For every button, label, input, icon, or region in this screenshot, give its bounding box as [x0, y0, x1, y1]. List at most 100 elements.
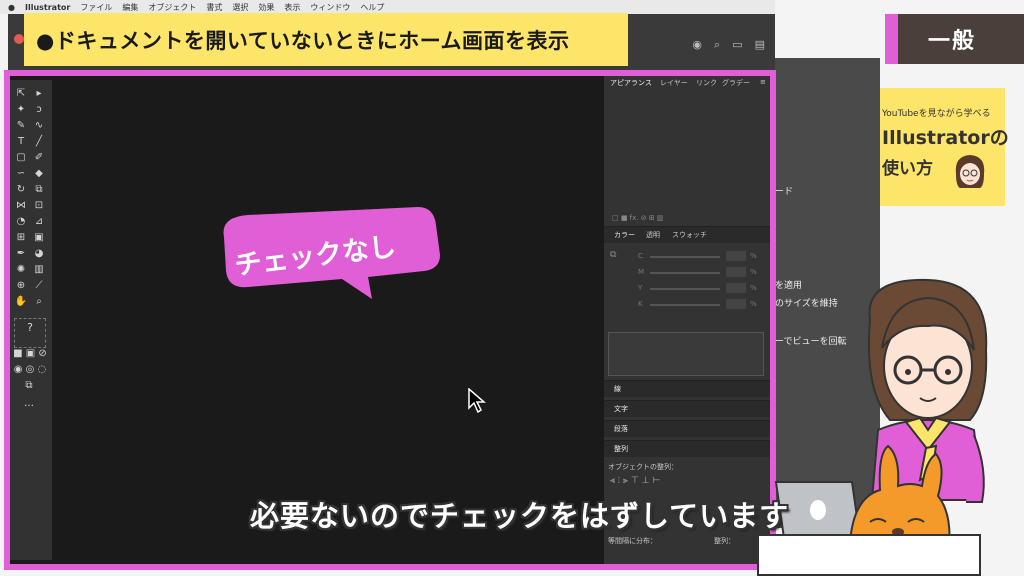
- tab-transparency[interactable]: 透明: [646, 230, 660, 240]
- shaper-tool-icon[interactable]: ∽: [14, 168, 28, 180]
- draw-mode-icon[interactable]: ◉ ◎ ◌: [12, 364, 48, 376]
- banner-title: ●ドキュメントを開いていないときにホーム画面を表示: [36, 28, 570, 53]
- tab-color[interactable]: カラー: [614, 230, 635, 240]
- stroke-panel-header[interactable]: [604, 380, 770, 397]
- eraser-tool-icon[interactable]: ◆: [32, 168, 46, 180]
- cmyk-label-c: C: [638, 252, 643, 260]
- tab-gradient[interactable]: グラデー: [722, 78, 750, 88]
- tab-swatches[interactable]: スウォッチ: [672, 230, 707, 240]
- panel-dock: アピアランス レイヤー リンク グラデー ≡ □ ■ fx. ⊘ ⊞ ▥ カラー…: [604, 76, 770, 564]
- apple-icon[interactable]: ●: [8, 3, 15, 12]
- cmyk-label-m: M: [638, 268, 645, 276]
- tab-layers[interactable]: レイヤー: [660, 78, 688, 88]
- menu-select[interactable]: 選択: [232, 2, 248, 13]
- panel-stroke-label[interactable]: 線: [614, 384, 621, 394]
- blend-tool-icon[interactable]: ◕: [32, 248, 46, 260]
- hand-tool-icon[interactable]: ✋: [14, 296, 28, 308]
- percent-k: %: [750, 300, 757, 308]
- menu-app[interactable]: Illustrator: [25, 3, 70, 12]
- artboard-tool-icon[interactable]: ⊕: [14, 280, 28, 292]
- screen-mode-icon[interactable]: ⧉: [22, 380, 36, 392]
- c-slider[interactable]: [650, 256, 720, 258]
- appearance-footer-icons[interactable]: □ ■ fx. ⊘ ⊞ ▥: [612, 214, 664, 222]
- mesh-tool-icon[interactable]: ⊞: [14, 232, 28, 244]
- rectangle-tool-icon[interactable]: ▢: [14, 152, 28, 164]
- symbol-sprayer-tool-icon[interactable]: ✺: [14, 264, 28, 276]
- align-panel-header[interactable]: [604, 440, 770, 457]
- lasso-tool-icon[interactable]: ↄ: [32, 104, 46, 116]
- menu-edit[interactable]: 編集: [122, 2, 138, 13]
- menu-effect[interactable]: 効果: [258, 2, 274, 13]
- workspace-icon[interactable]: ▭: [732, 38, 742, 52]
- document-canvas[interactable]: [54, 80, 604, 560]
- width-tool-icon[interactable]: ⋈: [14, 200, 28, 212]
- distribute-label: 等間隔に分布：: [608, 537, 657, 545]
- close-window-button[interactable]: [14, 34, 24, 44]
- percent-c: %: [750, 252, 757, 260]
- color-spectrum[interactable]: [608, 332, 764, 376]
- character-panel-header[interactable]: [604, 400, 770, 417]
- direct-selection-tool-icon[interactable]: ▸: [32, 88, 46, 100]
- mouse-cursor-icon: [468, 388, 486, 414]
- free-transform-tool-icon[interactable]: ⊡: [32, 200, 46, 212]
- category-text: 一般: [928, 29, 977, 54]
- k-slider[interactable]: [650, 304, 720, 306]
- line-tool-icon[interactable]: ╱: [32, 136, 46, 148]
- video-subtitle: 必要ないのでチェックをはずしています: [250, 499, 790, 533]
- fill-stroke-icon[interactable]: ?: [14, 318, 46, 348]
- arrange-icon[interactable]: ▤: [755, 38, 765, 52]
- card-tagline: YouTubeを見ながら学べる: [882, 109, 991, 119]
- y-value[interactable]: [726, 283, 746, 293]
- curvature-tool-icon[interactable]: ∿: [32, 120, 46, 132]
- shape-builder-tool-icon[interactable]: ◔: [14, 216, 28, 228]
- align-to-label: 整列：: [714, 537, 735, 545]
- c-value[interactable]: [726, 251, 746, 261]
- menu-window[interactable]: ウィンドウ: [310, 2, 350, 13]
- align-objects-label: オブジェクトの整列：: [608, 463, 678, 471]
- avatar-icon: [955, 155, 985, 188]
- menu-file[interactable]: ファイル: [80, 2, 112, 13]
- tab-links[interactable]: リンク: [696, 78, 717, 88]
- share-icon[interactable]: ◉: [692, 38, 702, 52]
- m-slider[interactable]: [650, 272, 720, 274]
- tab-appearance[interactable]: アピアランス: [610, 78, 652, 88]
- graph-tool-icon[interactable]: ▥: [32, 264, 46, 276]
- paragraph-panel-header[interactable]: [604, 420, 770, 437]
- cmyk-label-y: Y: [638, 284, 643, 292]
- panel-character-label[interactable]: 文字: [614, 404, 628, 414]
- menu-help[interactable]: ヘルプ: [360, 2, 384, 13]
- menu-object[interactable]: オブジェクト: [148, 2, 196, 13]
- pref-option-text: ード: [775, 187, 794, 197]
- more-tools-icon[interactable]: …: [22, 398, 36, 410]
- magic-wand-tool-icon[interactable]: ✦: [14, 104, 28, 116]
- zoom-tool-icon[interactable]: ⌕: [32, 296, 46, 308]
- selection-tool-icon[interactable]: ⇱: [14, 88, 28, 100]
- presenter-illustration: [774, 278, 988, 571]
- align-buttons[interactable]: ⫷ ⫶ ⫸ ⊤ ⊥ ⊢: [610, 476, 660, 486]
- rotate-tool-icon[interactable]: ↻: [14, 184, 28, 196]
- type-tool-icon[interactable]: T: [14, 136, 28, 148]
- gradient-tool-icon[interactable]: ▣: [32, 232, 46, 244]
- search-icon[interactable]: ⌕: [714, 38, 720, 52]
- video-frame: ● Illustrator ファイル 編集 オブジェクト 書式 選択 効果 表示…: [0, 0, 1024, 576]
- menu-view[interactable]: 表示: [284, 2, 300, 13]
- m-value[interactable]: [726, 267, 746, 277]
- card-subtitle: 使い方: [882, 159, 933, 179]
- pen-tool-icon[interactable]: ✎: [14, 120, 28, 132]
- perspective-grid-tool-icon[interactable]: ⊿: [32, 216, 46, 228]
- eyedropper-tool-icon[interactable]: ✒: [14, 248, 28, 260]
- panel-paragraph-label[interactable]: 段落: [614, 424, 628, 434]
- color-swatch-icon[interactable]: ⧉: [610, 250, 616, 260]
- paintbrush-tool-icon[interactable]: ✐: [32, 152, 46, 164]
- percent-m: %: [750, 268, 757, 276]
- desk-panel: [757, 534, 981, 576]
- y-slider[interactable]: [650, 288, 720, 290]
- k-value[interactable]: [726, 299, 746, 309]
- panel-menu-icon[interactable]: ≡: [760, 78, 766, 86]
- slice-tool-icon[interactable]: ⟋: [32, 280, 46, 292]
- color-mode-icon[interactable]: ■ ▣ ⊘: [12, 348, 48, 360]
- scale-tool-icon[interactable]: ⧉: [32, 184, 46, 196]
- channel-card: YouTubeを見ながら学べる Illustratorの 使い方: [880, 88, 1009, 206]
- menu-type[interactable]: 書式: [206, 2, 222, 13]
- panel-align-label[interactable]: 整列: [614, 444, 628, 454]
